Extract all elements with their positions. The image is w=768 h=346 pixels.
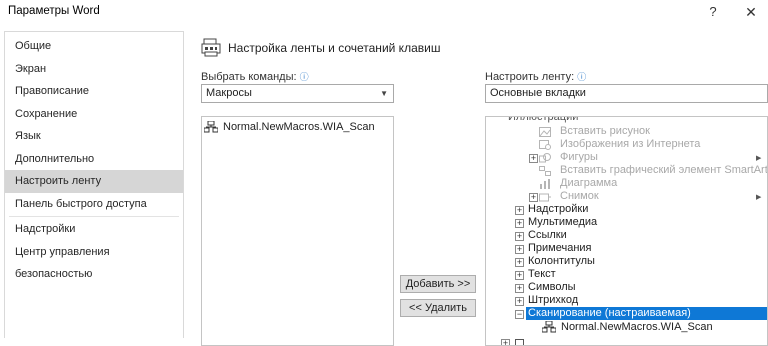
tree-group[interactable]: Символы	[528, 281, 576, 294]
choose-commands-dropdown[interactable]: Макросы ▼	[201, 84, 394, 103]
commands-list[interactable]: Normal.NewMacros.WIA_Scan	[201, 116, 394, 346]
expand-icon[interactable]: +	[515, 258, 524, 267]
tree-item[interactable]: Изображения из Интернета	[560, 138, 700, 151]
customize-ribbon-label: Настроить ленту: ⓘ	[485, 70, 586, 83]
info-icon[interactable]: ⓘ	[300, 72, 309, 82]
expand-icon[interactable]: +	[515, 206, 524, 215]
tree-group[interactable]: Ссылки	[528, 229, 567, 242]
nav-item-advanced[interactable]: Дополнительно	[5, 148, 183, 171]
expand-icon[interactable]: +	[515, 271, 524, 280]
macro-icon	[542, 321, 556, 333]
tree-item[interactable]: Вставить графический элемент SmartArt	[560, 164, 767, 177]
list-item[interactable]: Normal.NewMacros.WIA_Scan	[223, 121, 375, 134]
close-button[interactable]: ✕	[737, 2, 765, 22]
choose-commands-value: Макросы	[206, 87, 252, 99]
expand-icon[interactable]: +	[515, 297, 524, 306]
submenu-arrow-icon: ▶	[756, 194, 762, 201]
expand-icon[interactable]: +	[529, 154, 538, 163]
expand-icon[interactable]: +	[515, 232, 524, 241]
tree-group[interactable]: Штрихкод	[528, 294, 578, 307]
tree-item[interactable]: Фигуры	[560, 151, 598, 164]
tree-group[interactable]: Колонтитулы	[528, 255, 595, 268]
customize-ribbon-value: Основные вкладки	[490, 87, 586, 99]
nav-item-language[interactable]: Язык	[5, 125, 183, 148]
nav-item-save[interactable]: Сохранение	[5, 103, 183, 126]
nav-item-quick-access-toolbar[interactable]: Панель быстрого доступа	[5, 193, 183, 216]
expand-icon[interactable]: +	[515, 284, 524, 293]
options-nav: Общие Экран Правописание Сохранение Язык…	[4, 31, 184, 338]
picture-icon	[539, 127, 551, 137]
chart-icon	[540, 179, 550, 189]
help-button[interactable]: ?	[699, 2, 727, 22]
expand-icon[interactable]: +	[529, 193, 538, 202]
nav-item-proofing[interactable]: Правописание	[5, 80, 183, 103]
choose-commands-label-text: Выбрать команды:	[201, 71, 297, 83]
expand-icon[interactable]: +	[501, 339, 510, 345]
word-options-dialog: Параметры Word ? ✕ Общие Экран Правописа…	[0, 0, 768, 346]
tree-group[interactable]: Текст	[528, 268, 556, 281]
smartart-icon	[539, 166, 551, 176]
title-bar: Параметры Word ? ✕	[0, 0, 768, 24]
ribbon-tree[interactable]: Иллюстрации Вставить рисунок Изображения…	[485, 116, 768, 346]
tree-item[interactable]: Диаграмма	[560, 177, 617, 190]
expand-icon[interactable]: +	[515, 219, 524, 228]
customize-ribbon-panel: Настройка ленты и сочетаний клавиш Выбра…	[184, 31, 768, 346]
expand-icon[interactable]: +	[515, 245, 524, 254]
tree-item[interactable]: Normal.NewMacros.WIA_Scan	[561, 321, 713, 334]
section-header: Настройка ленты и сочетаний клавиш	[228, 41, 441, 55]
info-icon[interactable]: ⓘ	[577, 72, 586, 82]
nav-item-general[interactable]: Общие	[5, 35, 183, 58]
nav-item-display[interactable]: Экран	[5, 58, 183, 81]
nav-item-customize-ribbon[interactable]: Настроить ленту	[5, 170, 183, 193]
chevron-down-icon: ▼	[380, 89, 388, 98]
add-button[interactable]: Добавить >>	[400, 275, 476, 293]
tree-item[interactable]: Снимок	[560, 190, 599, 203]
tree-group[interactable]: Мультимедиа	[528, 216, 597, 229]
tree-group[interactable]: Надстройки	[528, 203, 588, 216]
macro-icon	[204, 121, 218, 133]
customize-ribbon-label-text: Настроить ленту:	[485, 71, 575, 83]
nav-divider	[9, 216, 179, 217]
tree-group[interactable]: Примечания	[528, 242, 592, 255]
tree-item[interactable]: Вставить рисунок	[560, 125, 650, 138]
window-title: Параметры Word	[8, 5, 100, 17]
tree-group-label: Сканирование (настраиваемая)	[528, 307, 691, 319]
choose-commands-label: Выбрать команды: ⓘ	[201, 70, 309, 83]
customize-ribbon-icon	[201, 38, 221, 57]
customize-ribbon-dropdown[interactable]: Основные вкладки	[485, 84, 768, 103]
tree-group-selected[interactable]: Сканирование (настраиваемая)	[526, 307, 767, 320]
nav-item-trust-center[interactable]: Центр управления безопасностью	[5, 241, 183, 280]
screenshot-icon	[539, 193, 551, 202]
checkbox[interactable]	[515, 339, 524, 345]
tree-item-illustrations[interactable]: Иллюстрации	[508, 117, 578, 124]
shapes-icon	[539, 153, 551, 163]
submenu-arrow-icon: ▶	[756, 155, 762, 162]
collapse-icon[interactable]: −	[515, 310, 524, 319]
online-pictures-icon	[539, 140, 551, 150]
nav-item-add-ins[interactable]: Надстройки	[5, 218, 183, 241]
remove-button[interactable]: << Удалить	[400, 299, 476, 317]
